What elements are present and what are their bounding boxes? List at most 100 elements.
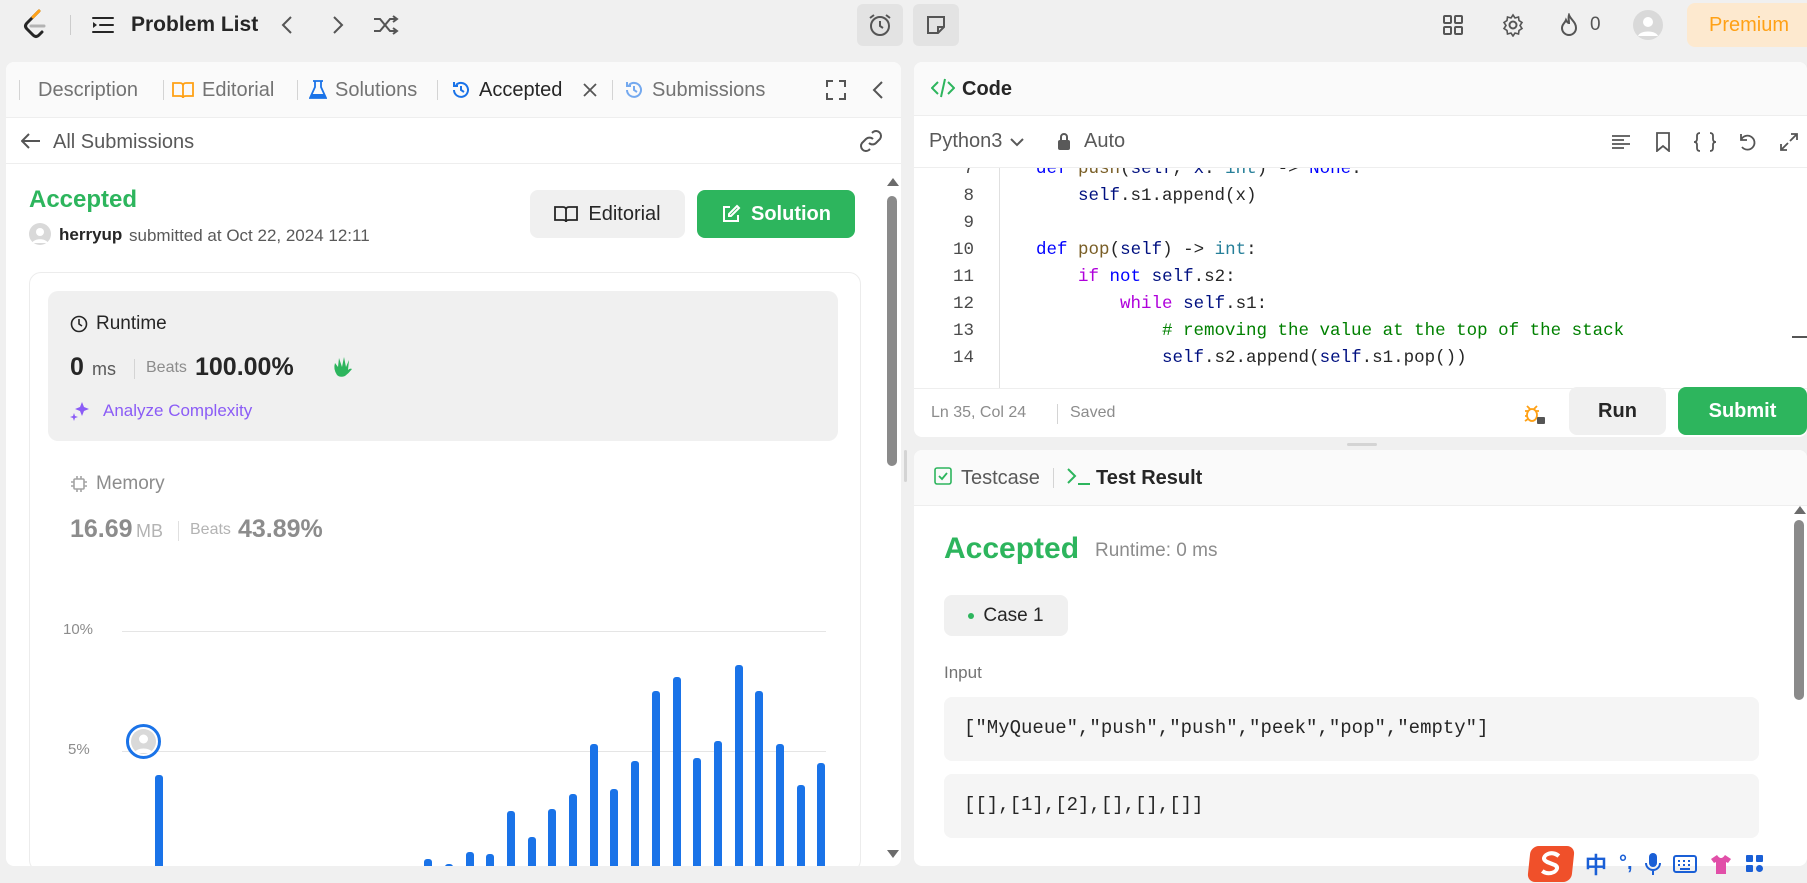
distribution-bar[interactable]	[713, 741, 722, 866]
braces-icon[interactable]	[1691, 129, 1719, 155]
horizontal-resizer[interactable]	[1347, 443, 1377, 446]
solution-button[interactable]: Solution	[697, 190, 855, 238]
distribution-bar[interactable]	[734, 664, 743, 866]
code-title: Code	[962, 78, 1012, 100]
tab-editorial[interactable]: Editorial	[172, 62, 274, 118]
submitted-at: submitted at Oct 22, 2024 12:11	[129, 226, 370, 245]
notes-icon[interactable]	[913, 4, 959, 46]
tab-test-result[interactable]: Test Result	[1096, 467, 1202, 490]
expand-icon[interactable]	[1776, 129, 1802, 155]
tab-testcase[interactable]: Testcase	[961, 467, 1040, 490]
code-line: 13 # removing the value at the top of th…	[952, 321, 1625, 341]
distribution-bar[interactable]	[693, 758, 702, 866]
sogou-logo-icon[interactable]	[1527, 845, 1575, 882]
distribution-bar[interactable]	[486, 854, 495, 866]
result-runtime: Runtime: 0 ms	[1095, 540, 1218, 561]
ime-language[interactable]: 中	[1585, 848, 1607, 880]
cursor-position: Ln 35, Col 24	[931, 404, 1027, 421]
book-icon	[172, 82, 194, 99]
distribution-bar[interactable]	[548, 808, 557, 866]
distribution-bar[interactable]	[465, 851, 474, 866]
distribution-chart: 10% 5%	[30, 583, 862, 866]
memory-beats-value: 43.89%	[238, 515, 323, 543]
ime-punctuation[interactable]: °,	[1619, 852, 1633, 875]
distribution-bar[interactable]	[817, 763, 826, 866]
distribution-bar[interactable]	[610, 789, 619, 866]
tab-description[interactable]: Description	[38, 62, 138, 118]
leetcode-logo[interactable]	[20, 8, 52, 42]
language-select[interactable]: Python3	[929, 130, 1025, 153]
history-icon	[626, 81, 642, 98]
runtime-beats-label: Beats	[146, 359, 187, 376]
premium-button[interactable]: Premium	[1687, 3, 1807, 47]
auto-mode[interactable]: Auto	[1084, 130, 1125, 153]
runtime-unit: ms	[92, 359, 116, 379]
left-scrollbar[interactable]	[884, 174, 900, 864]
distribution-bar[interactable]	[755, 691, 764, 866]
format-icon[interactable]	[1608, 129, 1634, 155]
distribution-bar[interactable]	[631, 760, 640, 866]
distribution-bar[interactable]	[155, 775, 163, 866]
keyboard-icon[interactable]	[1672, 854, 1697, 873]
submit-button[interactable]: Submit	[1678, 387, 1807, 435]
close-tab-icon[interactable]	[580, 80, 600, 100]
timer-icon[interactable]	[857, 4, 903, 46]
problem-list-icon[interactable]	[90, 12, 116, 38]
tab-submissions[interactable]: Submissions	[624, 62, 765, 118]
link-icon[interactable]	[858, 128, 884, 154]
toolbox-grid-icon[interactable]	[1745, 854, 1765, 874]
streak-flame-icon[interactable]	[1556, 10, 1582, 40]
editorial-button[interactable]: Editorial	[530, 190, 685, 238]
user-avatar[interactable]	[29, 223, 51, 245]
microphone-icon[interactable]	[1644, 852, 1661, 876]
all-submissions-link[interactable]: All Submissions	[53, 131, 194, 154]
tab-solutions[interactable]: Solutions	[309, 62, 417, 118]
collapse-icon[interactable]	[866, 78, 890, 102]
prev-problem-icon[interactable]	[274, 12, 300, 38]
code-line: 11 if not self.s2:	[952, 267, 1236, 287]
distribution-bar[interactable]	[444, 863, 453, 866]
reset-icon[interactable]	[1734, 129, 1760, 155]
distribution-bar[interactable]	[527, 837, 536, 866]
distribution-bar[interactable]	[796, 784, 805, 866]
ime-toolbar: 中 °,	[1527, 844, 1807, 883]
edit-icon	[723, 204, 741, 222]
next-problem-icon[interactable]	[325, 12, 351, 38]
distribution-bar[interactable]	[569, 794, 577, 866]
settings-gear-icon[interactable]	[1498, 10, 1528, 40]
flask-icon	[309, 80, 327, 99]
analyze-complexity-link[interactable]: Analyze Complexity	[103, 401, 252, 421]
user-position-marker[interactable]	[126, 724, 161, 759]
memory-section[interactable]: Memory 16.69 MB Beats 43.89%	[48, 453, 838, 553]
memory-label: Memory	[96, 473, 165, 494]
code-editor[interactable]: 7 def push(self, x: int) -> None: 8 self…	[914, 168, 1807, 388]
case-1-tab[interactable]: Case 1	[944, 595, 1068, 636]
memory-value: 16.69	[70, 515, 133, 543]
maximize-icon[interactable]	[824, 78, 848, 102]
terminal-icon	[1067, 468, 1090, 485]
skin-shirt-icon[interactable]	[1709, 853, 1733, 875]
input-box-1[interactable]: ["MyQueue","push","push","peek","pop","e…	[944, 697, 1759, 761]
runtime-card[interactable]: Runtime 0 ms Beats 100.00% Analyze Compl…	[48, 291, 838, 441]
result-scrollbar[interactable]	[1792, 506, 1807, 866]
problem-list-title[interactable]: Problem List	[131, 13, 258, 37]
distribution-bar[interactable]	[506, 811, 515, 866]
shuffle-icon[interactable]	[371, 12, 401, 38]
distribution-bar[interactable]	[651, 691, 660, 866]
back-arrow-icon[interactable]	[18, 128, 44, 154]
submitter-name[interactable]: herryup	[59, 225, 122, 245]
vertical-resizer[interactable]	[904, 450, 907, 482]
run-button[interactable]: Run	[1569, 387, 1666, 435]
debugger-bug-icon[interactable]	[1519, 399, 1549, 429]
bookmark-icon[interactable]	[1650, 129, 1676, 155]
distribution-bar[interactable]	[672, 676, 681, 866]
avatar[interactable]	[1633, 10, 1663, 40]
tab-accepted[interactable]: Accepted	[451, 62, 562, 118]
editor-toolbar: Python3 Auto	[914, 116, 1807, 168]
clap-icon	[334, 357, 352, 377]
distribution-bar[interactable]	[589, 743, 598, 866]
distribution-bar[interactable]	[424, 859, 433, 866]
layout-icon[interactable]	[1438, 10, 1468, 40]
distribution-bar[interactable]	[776, 743, 784, 866]
input-box-2[interactable]: [[],[1],[2],[],[],[]]	[944, 774, 1759, 838]
